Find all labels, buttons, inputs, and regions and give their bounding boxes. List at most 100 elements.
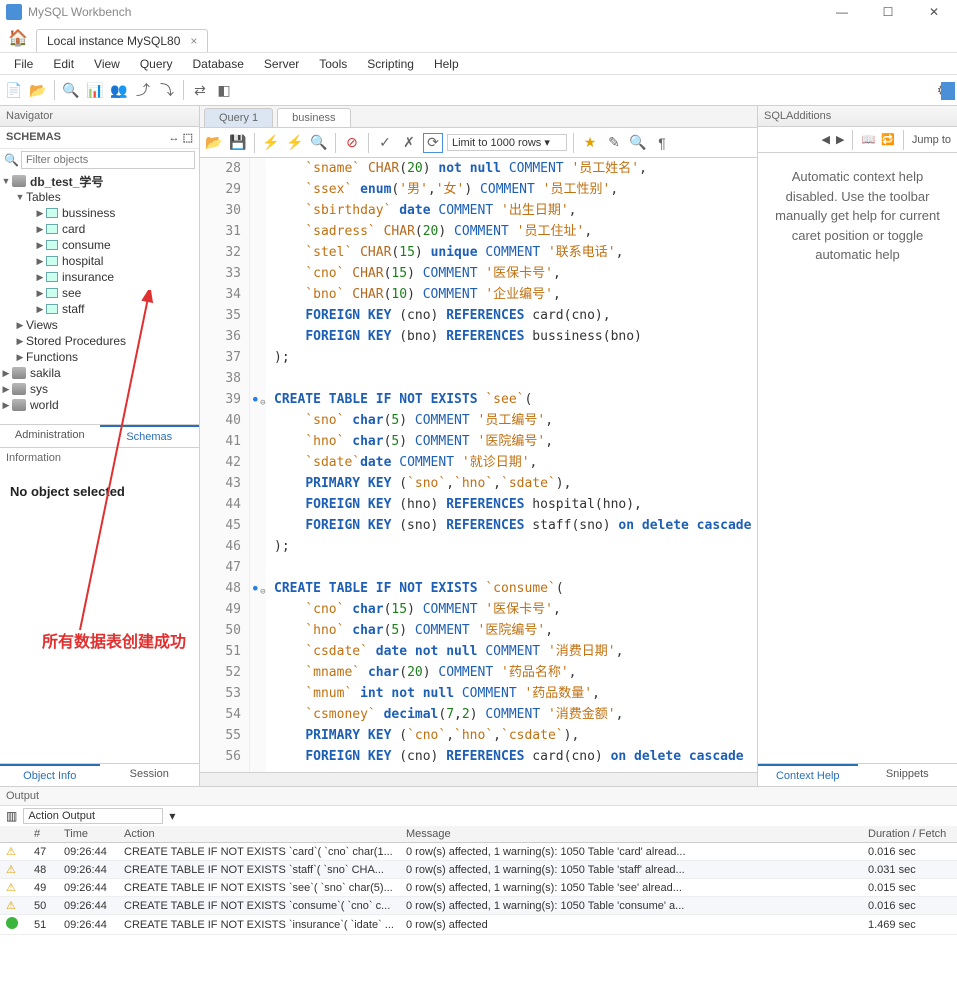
execute-icon[interactable]: ⚡	[261, 133, 281, 153]
export-icon[interactable]: ⤴	[133, 80, 153, 100]
schemas-header: SCHEMAS ↔ ⬚	[0, 127, 199, 149]
no-object-selected: No object selected	[0, 468, 199, 515]
filter-row: 🔍	[0, 149, 199, 171]
tab-query1[interactable]: Query 1	[204, 108, 273, 127]
tree-node[interactable]: ▶staff	[0, 301, 199, 317]
tree-node[interactable]: ▶Views	[0, 317, 199, 333]
search-editor-icon[interactable]: 🔍	[628, 133, 648, 153]
help-icon[interactable]: 📖	[861, 133, 875, 146]
output-row[interactable]: ⚠4709:26:44CREATE TABLE IF NOT EXISTS `c…	[0, 843, 957, 861]
output-col-header[interactable]: #	[28, 826, 58, 843]
output-grid[interactable]: #TimeActionMessageDuration / Fetch ⚠4709…	[0, 826, 957, 935]
output-col-header[interactable]: Duration / Fetch	[862, 826, 957, 843]
fold-column[interactable]: •⊖•⊖	[250, 158, 266, 772]
menu-help[interactable]: Help	[426, 55, 467, 72]
beautify-icon[interactable]: ★	[580, 133, 600, 153]
open-sql-icon[interactable]: 📂	[28, 80, 48, 100]
output-row[interactable]: 5109:26:44CREATE TABLE IF NOT EXISTS `in…	[0, 915, 957, 935]
tree-node[interactable]: ▶Stored Procedures	[0, 333, 199, 349]
output-dropdown-icon[interactable]: ▾	[169, 809, 175, 823]
tree-node[interactable]: ▶bussiness	[0, 205, 199, 221]
hscrollbar[interactable]	[200, 773, 757, 785]
tree-node[interactable]: ▼db_test_学号	[0, 173, 199, 189]
find-icon[interactable]: ✎	[604, 133, 624, 153]
output-type-select[interactable]: Action Output	[23, 808, 163, 824]
title-bar: MySQL Workbench	[0, 0, 957, 24]
output-title: Output	[0, 787, 957, 806]
reverse-engineer-icon[interactable]: ◧	[214, 80, 234, 100]
tree-node[interactable]: ▶hospital	[0, 253, 199, 269]
schema-transfer-icon[interactable]: ⇄	[190, 80, 210, 100]
output-row[interactable]: ⚠4809:26:44CREATE TABLE IF NOT EXISTS `s…	[0, 861, 957, 879]
schema-tree[interactable]: ▼db_test_学号▼Tables▶bussiness▶card▶consum…	[0, 171, 199, 424]
menu-edit[interactable]: Edit	[45, 55, 82, 72]
limit-select[interactable]: Limit to 1000 rows ▾	[447, 134, 567, 151]
output-view-icon[interactable]: ▥	[6, 809, 17, 823]
menu-query[interactable]: Query	[132, 55, 181, 72]
tree-node[interactable]: ▶Functions	[0, 349, 199, 365]
home-icon[interactable]: 🏠	[8, 28, 28, 48]
tab-session[interactable]: Session	[100, 764, 200, 786]
auto-help-icon[interactable]: 🔁	[881, 133, 895, 146]
menu-file[interactable]: File	[6, 55, 41, 72]
menu-view[interactable]: View	[86, 55, 128, 72]
tab-context-help[interactable]: Context Help	[758, 764, 858, 786]
tree-node[interactable]: ▶see	[0, 285, 199, 301]
jump-to-label[interactable]: Jump to	[912, 134, 951, 146]
inspector-icon[interactable]: 🔍	[61, 80, 81, 100]
sql-additions-toolbar: ◀ ▶ 📖 🔁 Jump to	[758, 127, 957, 153]
tree-node[interactable]: ▶sys	[0, 381, 199, 397]
minimize-button[interactable]: —	[819, 0, 865, 24]
close-button[interactable]: ✕	[911, 0, 957, 24]
autocommit-icon[interactable]: ⟳	[423, 133, 443, 153]
output-panel: Output ▥ Action Output ▾ #TimeActionMess…	[0, 786, 957, 996]
menu-scripting[interactable]: Scripting	[359, 55, 422, 72]
rollback-icon[interactable]: ✗	[399, 133, 419, 153]
menu-tools[interactable]: Tools	[311, 55, 355, 72]
tab-business[interactable]: business	[277, 108, 350, 127]
save-icon[interactable]: 💾	[228, 133, 248, 153]
new-sql-tab-icon[interactable]: 📄	[4, 80, 24, 100]
tab-schemas[interactable]: Schemas	[100, 425, 200, 447]
tree-node[interactable]: ▶world	[0, 397, 199, 413]
invisible-chars-icon[interactable]: ¶	[652, 133, 672, 153]
tab-snippets[interactable]: Snippets	[858, 764, 957, 786]
output-col-header[interactable]: Action	[118, 826, 400, 843]
tree-node[interactable]: ▼Tables	[0, 189, 199, 205]
tab-administration[interactable]: Administration	[0, 425, 100, 447]
stop-icon[interactable]: ⊘	[342, 133, 362, 153]
schemas-menu-icon[interactable]: ↔ ⬚	[169, 131, 193, 144]
tree-node[interactable]: ▶insurance	[0, 269, 199, 285]
commit-icon[interactable]: ✓	[375, 133, 395, 153]
output-row[interactable]: ⚠5009:26:44CREATE TABLE IF NOT EXISTS `c…	[0, 897, 957, 915]
output-col-header[interactable]: Message	[400, 826, 862, 843]
import-icon[interactable]: ⤵	[157, 80, 177, 100]
sql-editor[interactable]: 2829303132333435363738394041424344454647…	[200, 158, 757, 772]
app-icon	[6, 4, 22, 20]
close-tab-icon[interactable]: ×	[190, 34, 197, 48]
dashboard-icon[interactable]: 📊	[85, 80, 105, 100]
context-help-body: Automatic context help disabled. Use the…	[758, 153, 957, 472]
tab-object-info[interactable]: Object Info	[0, 764, 100, 786]
sql-additions-panel: SQLAdditions ◀ ▶ 📖 🔁 Jump to Automatic c…	[757, 106, 957, 786]
tree-node[interactable]: ▶sakila	[0, 365, 199, 381]
tree-node[interactable]: ▶consume	[0, 237, 199, 253]
output-col-header[interactable]: Time	[58, 826, 118, 843]
open-file-icon[interactable]: 📂	[204, 133, 224, 153]
code-content[interactable]: `sname` CHAR(20) not null COMMENT '员工姓名'…	[266, 158, 757, 772]
filter-input[interactable]	[21, 151, 195, 169]
output-col-header[interactable]	[0, 826, 28, 843]
tree-node[interactable]: ▶card	[0, 221, 199, 237]
nav-fwd-icon[interactable]: ▶	[836, 133, 844, 146]
explain-icon[interactable]: 🔍	[309, 133, 329, 153]
nav-back-icon[interactable]: ◀	[822, 133, 830, 146]
menu-server[interactable]: Server	[256, 55, 307, 72]
execute-step-icon[interactable]: ⚡	[285, 133, 305, 153]
output-row[interactable]: ⚠4909:26:44CREATE TABLE IF NOT EXISTS `s…	[0, 879, 957, 897]
maximize-button[interactable]: ☐	[865, 0, 911, 24]
collapse-panel-icon[interactable]	[941, 82, 955, 100]
toolbar-separator	[183, 80, 184, 100]
connection-tab[interactable]: Local instance MySQL80 ×	[36, 29, 208, 52]
users-icon[interactable]: 👥	[109, 80, 129, 100]
menu-database[interactable]: Database	[185, 55, 252, 72]
